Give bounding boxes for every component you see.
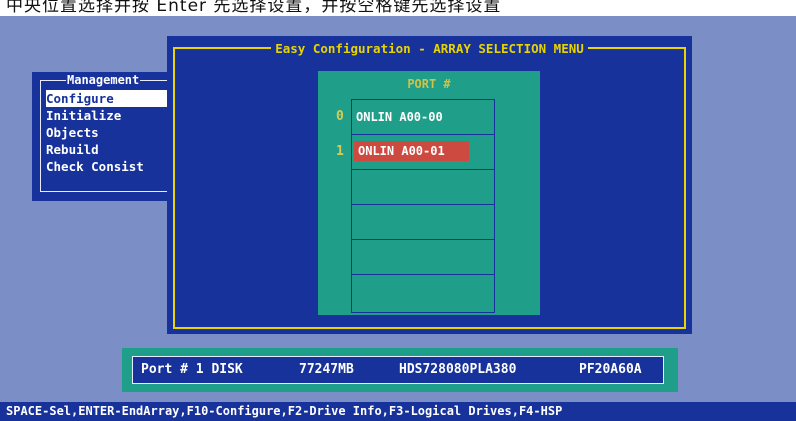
drive-port: Port # 1 DISK [141,362,243,377]
port-slot-5[interactable] [352,275,494,309]
port-slot-0[interactable]: ONLIN A00-00 [352,100,494,135]
menu-item-check-consist[interactable]: Check Consist [46,158,144,175]
drive-info-bar: Port # 1 DISK 77247MB HDS728080PLA380 PF… [122,348,678,392]
port-number-0: 0 [336,109,344,124]
management-menu-title: Management [66,73,141,87]
bios-screen: Management Configure Initialize Objects … [0,16,796,421]
key-help-bar: SPACE-Sel,ENTER-EndArray,F10-Configure,F… [0,402,796,421]
port-slot-1[interactable]: ONLIN A00-01 [352,135,494,170]
drive-firmware: PF20A60A [579,362,642,377]
port-number-1: 1 [336,144,344,159]
menu-item-configure[interactable]: Configure [46,90,167,107]
port-header: PORT # [407,77,451,91]
key-help-text: SPACE-Sel,ENTER-EndArray,F10-Configure,F… [6,404,563,418]
port-slot-label: ONLIN A00-01 [354,141,469,161]
port-slot-3[interactable] [352,205,494,240]
port-selection-box: PORT # ONLIN A00-00 ONLIN A00-01 0 1 [318,71,540,315]
menu-item-rebuild[interactable]: Rebuild [46,141,99,158]
panel-title-wrap: Easy Configuration - ARRAY SELECTION MEN… [167,41,692,56]
drive-model: HDS728080PLA380 [399,362,517,377]
easy-configuration-panel: Easy Configuration - ARRAY SELECTION MEN… [167,36,692,334]
drive-info-inner: Port # 1 DISK 77247MB HDS728080PLA380 PF… [132,356,664,384]
menu-item-initialize[interactable]: Initialize [46,107,121,124]
menu-item-objects[interactable]: Objects [46,124,99,141]
port-slot-label: ONLIN A00-00 [356,110,443,124]
panel-title: Easy Configuration - ARRAY SELECTION MEN… [271,41,588,56]
port-slot-4[interactable] [352,240,494,275]
caption-strip: 中央位置选择并按 Enter 先选择设置，并按空格键先选择设置 [0,0,796,16]
management-menu: Management Configure Initialize Objects … [32,72,181,201]
caption-text: 中央位置选择并按 Enter 先选择设置，并按空格键先选择设置 [6,0,502,16]
drive-size: 77247MB [299,362,354,377]
port-list: ONLIN A00-00 ONLIN A00-01 [351,99,495,313]
port-slot-2[interactable] [352,170,494,205]
